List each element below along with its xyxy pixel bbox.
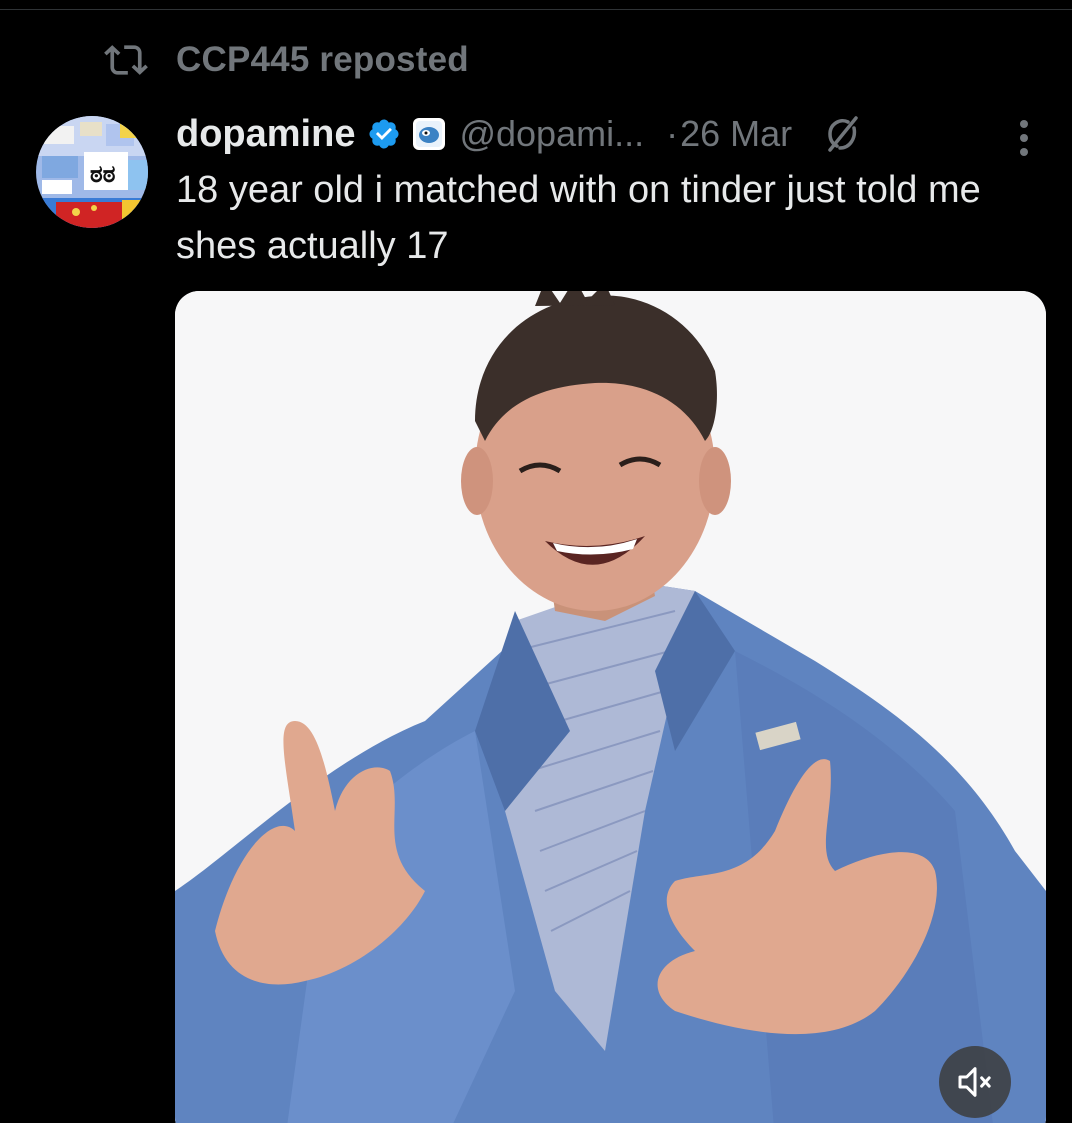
author-avatar[interactable]: ಠಠ bbox=[36, 116, 148, 228]
post-screen: CCP445 reposted ಠಠ dopamine @dopami... ·… bbox=[0, 0, 1072, 1123]
more-options-icon[interactable] bbox=[1004, 116, 1044, 160]
volume-muted-icon bbox=[958, 1067, 991, 1097]
grok-icon[interactable] bbox=[818, 110, 866, 158]
svg-text:ಠಠ: ಠಠ bbox=[90, 160, 116, 188]
repost-icon bbox=[104, 45, 148, 75]
post-header: dopamine @dopami... · 26 Mar bbox=[176, 108, 866, 160]
divider bbox=[0, 9, 1072, 10]
post-timestamp[interactable]: 26 Mar bbox=[680, 113, 792, 155]
author-display-name[interactable]: dopamine bbox=[176, 113, 355, 156]
mute-toggle-button[interactable] bbox=[939, 1046, 1011, 1118]
verified-badge-icon[interactable] bbox=[367, 117, 401, 151]
author-handle[interactable]: @dopami... bbox=[459, 113, 644, 155]
separator-dot: · bbox=[666, 113, 679, 154]
repost-header[interactable]: CCP445 reposted bbox=[104, 38, 469, 82]
repost-label: CCP445 reposted bbox=[176, 40, 469, 79]
post-text: 18 year old i matched with on tinder jus… bbox=[176, 169, 981, 267]
post-video[interactable] bbox=[175, 291, 1046, 1123]
affiliate-badge-icon[interactable] bbox=[411, 116, 447, 152]
